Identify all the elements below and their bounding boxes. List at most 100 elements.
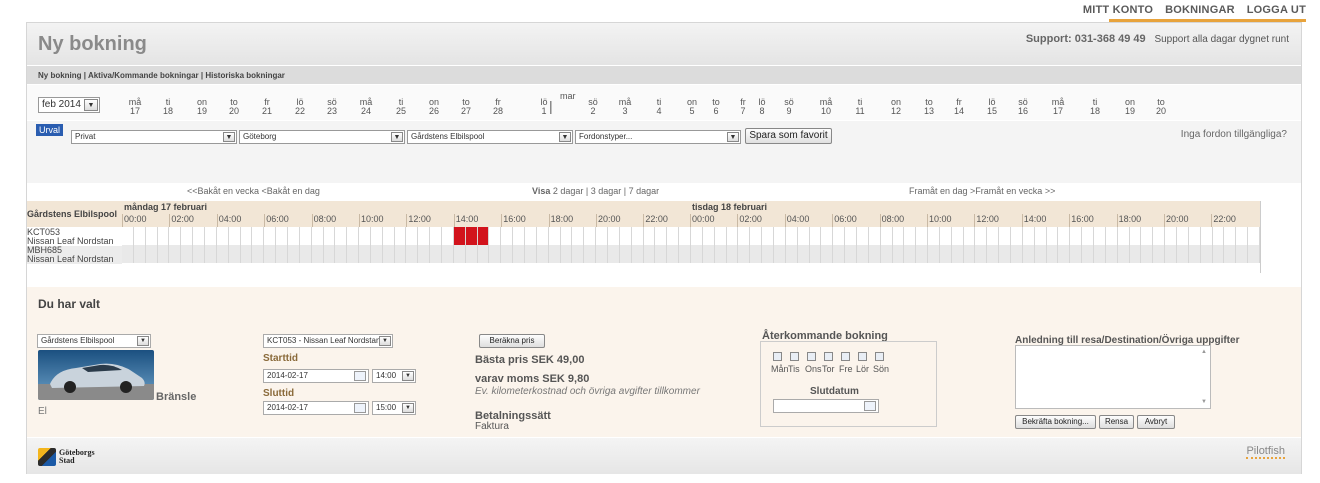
time-slot[interactable]: [181, 245, 194, 263]
time-slot[interactable]: [738, 227, 751, 245]
time-slot[interactable]: [1047, 227, 1059, 245]
time-slot[interactable]: [489, 227, 502, 245]
time-slot[interactable]: [1141, 227, 1154, 245]
time-slot[interactable]: [845, 227, 857, 245]
time-slot[interactable]: [667, 245, 680, 263]
panel-pool-select[interactable]: Gårdstens Elbilspool ▼: [37, 334, 151, 348]
time-slot[interactable]: [442, 245, 454, 263]
time-slot[interactable]: [395, 245, 407, 263]
time-slot[interactable]: [620, 227, 632, 245]
time-slot[interactable]: [158, 227, 170, 245]
time-slot[interactable]: [513, 245, 526, 263]
date-day[interactable]: ti 18: [158, 98, 178, 116]
time-slot[interactable]: [1213, 227, 1225, 245]
cancel-button[interactable]: Avbryt: [1137, 415, 1175, 429]
calendar-icon[interactable]: [354, 403, 366, 413]
time-slot[interactable]: [383, 245, 395, 263]
time-slot[interactable]: [976, 245, 988, 263]
date-day[interactable]: sö 23: [322, 98, 342, 116]
time-slot[interactable]: [454, 245, 466, 263]
car-select[interactable]: KCT053 - Nissan Leaf Nordstan ▼: [263, 334, 393, 348]
time-slot[interactable]: [881, 227, 893, 245]
subnav-active-bookings[interactable]: Aktiva/Kommande bokningar: [88, 71, 199, 80]
chevron-down-icon[interactable]: ▼: [391, 132, 403, 142]
time-slot[interactable]: [229, 245, 241, 263]
time-slot[interactable]: [252, 245, 265, 263]
time-slot[interactable]: [869, 245, 881, 263]
time-slot[interactable]: [655, 227, 668, 245]
time-slot[interactable]: [916, 245, 929, 263]
time-slot[interactable]: [371, 245, 383, 263]
time-slot[interactable]: [1224, 245, 1237, 263]
time-slot[interactable]: [1058, 227, 1071, 245]
time-slot[interactable]: [395, 227, 407, 245]
weekday-checkbox[interactable]: [841, 352, 850, 361]
time-slot[interactable]: [750, 245, 763, 263]
time-slot[interactable]: [727, 245, 739, 263]
time-slot[interactable]: [288, 245, 300, 263]
time-slot[interactable]: [715, 227, 727, 245]
time-slot[interactable]: [241, 245, 253, 263]
time-slot[interactable]: [940, 245, 952, 263]
time-slot[interactable]: [1165, 227, 1177, 245]
booked-slot[interactable]: [465, 227, 478, 245]
time-slot[interactable]: [608, 245, 620, 263]
time-slot[interactable]: [727, 227, 739, 245]
date-day[interactable]: lö 1: [534, 98, 554, 116]
time-slot[interactable]: [810, 227, 822, 245]
time-slot[interactable]: [632, 227, 644, 245]
date-day[interactable]: to 27: [456, 98, 476, 116]
weekday-checkbox[interactable]: [824, 352, 833, 361]
date-day[interactable]: må 17: [1048, 98, 1068, 116]
time-slot[interactable]: [572, 227, 585, 245]
time-slot[interactable]: [928, 245, 940, 263]
time-slot[interactable]: [1236, 227, 1249, 245]
time-slot[interactable]: [383, 227, 395, 245]
date-day[interactable]: sö 9: [779, 98, 799, 116]
time-slot[interactable]: [786, 227, 798, 245]
start-time-select[interactable]: 14:00 ▼: [372, 369, 416, 383]
time-slot[interactable]: [146, 227, 158, 245]
time-slot[interactable]: [264, 227, 277, 245]
time-slot[interactable]: [1011, 227, 1023, 245]
time-slot[interactable]: [134, 245, 146, 263]
date-day[interactable]: fr 21: [257, 98, 277, 116]
time-slot[interactable]: [596, 227, 608, 245]
time-slot[interactable]: [679, 227, 691, 245]
time-slot[interactable]: [1189, 245, 1201, 263]
time-slot[interactable]: [324, 245, 336, 263]
nav-my-account[interactable]: MITT KONTO: [1083, 4, 1153, 16]
chevron-down-icon[interactable]: ▼: [137, 336, 149, 346]
time-slot[interactable]: [300, 245, 312, 263]
time-slot[interactable]: [857, 227, 869, 245]
type-select[interactable]: Privat ▼: [71, 130, 237, 144]
time-slot[interactable]: [418, 245, 431, 263]
time-slot[interactable]: [1201, 227, 1213, 245]
time-slot[interactable]: [786, 245, 798, 263]
time-slot[interactable]: [513, 227, 526, 245]
time-slot[interactable]: [1141, 245, 1154, 263]
date-day[interactable]: lö 22: [290, 98, 310, 116]
time-slot[interactable]: [312, 245, 324, 263]
time-slot[interactable]: [407, 245, 419, 263]
date-day[interactable]: sö 16: [1013, 98, 1033, 116]
time-slot[interactable]: [893, 245, 905, 263]
time-slot[interactable]: [1035, 227, 1047, 245]
weekday-checkbox[interactable]: [790, 352, 799, 361]
time-slot[interactable]: [774, 227, 786, 245]
time-slot[interactable]: [798, 227, 810, 245]
date-day[interactable]: ti 18: [1085, 98, 1105, 116]
time-slot[interactable]: [584, 227, 597, 245]
time-slot[interactable]: [335, 245, 348, 263]
time-slot[interactable]: [691, 245, 703, 263]
time-slot[interactable]: [146, 245, 158, 263]
time-slot[interactable]: [715, 245, 727, 263]
scroll-down-icon[interactable]: ▼: [1201, 399, 1207, 405]
time-slot[interactable]: [999, 227, 1012, 245]
start-date-input[interactable]: 2014-02-17: [263, 369, 369, 383]
time-slot[interactable]: [893, 227, 905, 245]
time-slot[interactable]: [857, 245, 869, 263]
time-slot[interactable]: [881, 245, 893, 263]
date-day[interactable]: fr 14: [949, 98, 969, 116]
end-date-input[interactable]: 2014-02-17: [263, 401, 369, 415]
